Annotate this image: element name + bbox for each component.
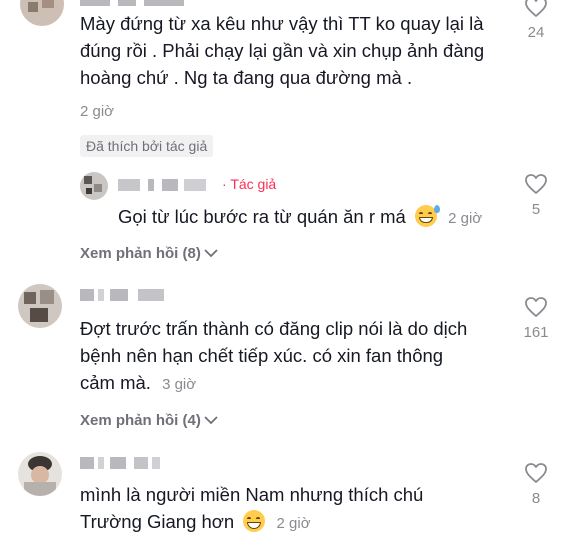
like-count: 24 (527, 24, 545, 41)
comment-body: Đợt trước trấn thành có đăng clip nói là… (80, 318, 468, 393)
comment-body: Mày đứng từ xa kêu như vậy thì TT ko qua… (80, 13, 485, 88)
comment-text: mình là người miền Nam nhưng thích chú T… (80, 481, 480, 537)
liked-by-author-badge: Đã thích bởi tác giả (80, 135, 214, 157)
username-blurred[interactable] (80, 289, 170, 301)
comment-time: 2 giờ (448, 210, 483, 227)
like-button[interactable]: 5 (516, 173, 556, 218)
comment-text: Gọi từ lúc bước ra từ quán ăn r má 2 giờ (118, 203, 508, 232)
view-replies-label: Xem phản hồi (4) (80, 412, 201, 429)
sweat-smile-emoji (414, 205, 440, 227)
heart-outline-icon (525, 297, 547, 317)
comment-time: 3 giờ (162, 376, 197, 393)
avatar[interactable] (18, 452, 62, 496)
like-count: 8 (531, 490, 541, 507)
heart-outline-icon (525, 463, 547, 483)
view-replies-label: Xem phản hồi (8) (80, 245, 201, 262)
like-button[interactable]: 8 (516, 462, 556, 507)
author-tag: · Tác giả (222, 176, 277, 192)
grinning-emoji (243, 510, 266, 532)
heart-outline-icon (525, 0, 547, 17)
comment-time: 2 giờ (80, 103, 115, 120)
username-blurred[interactable] (80, 457, 170, 469)
like-button[interactable]: 161 (516, 296, 556, 341)
chevron-down-icon (204, 412, 218, 429)
author-tag-label: Tác giả (230, 176, 277, 192)
username-blurred[interactable] (118, 179, 213, 191)
avatar[interactable] (20, 0, 64, 26)
avatar[interactable] (80, 172, 108, 200)
comment-text: Mày đứng từ xa kêu như vậy thì TT ko qua… (80, 10, 510, 91)
comment-text: Đợt trước trấn thành có đăng clip nói là… (80, 315, 480, 398)
comment-time: 2 giờ (276, 515, 311, 532)
view-replies-button[interactable]: Xem phản hồi (8) (80, 245, 218, 262)
comment-body: Gọi từ lúc bước ra từ quán ăn r má (118, 206, 406, 227)
username-blurred[interactable] (80, 0, 190, 6)
heart-outline-icon (525, 174, 547, 194)
chevron-down-icon (204, 245, 218, 262)
avatar[interactable] (18, 284, 62, 328)
like-count: 161 (523, 324, 549, 341)
like-button[interactable]: 24 (516, 0, 556, 41)
like-count: 5 (531, 201, 541, 218)
view-replies-button[interactable]: Xem phản hồi (4) (80, 412, 218, 429)
